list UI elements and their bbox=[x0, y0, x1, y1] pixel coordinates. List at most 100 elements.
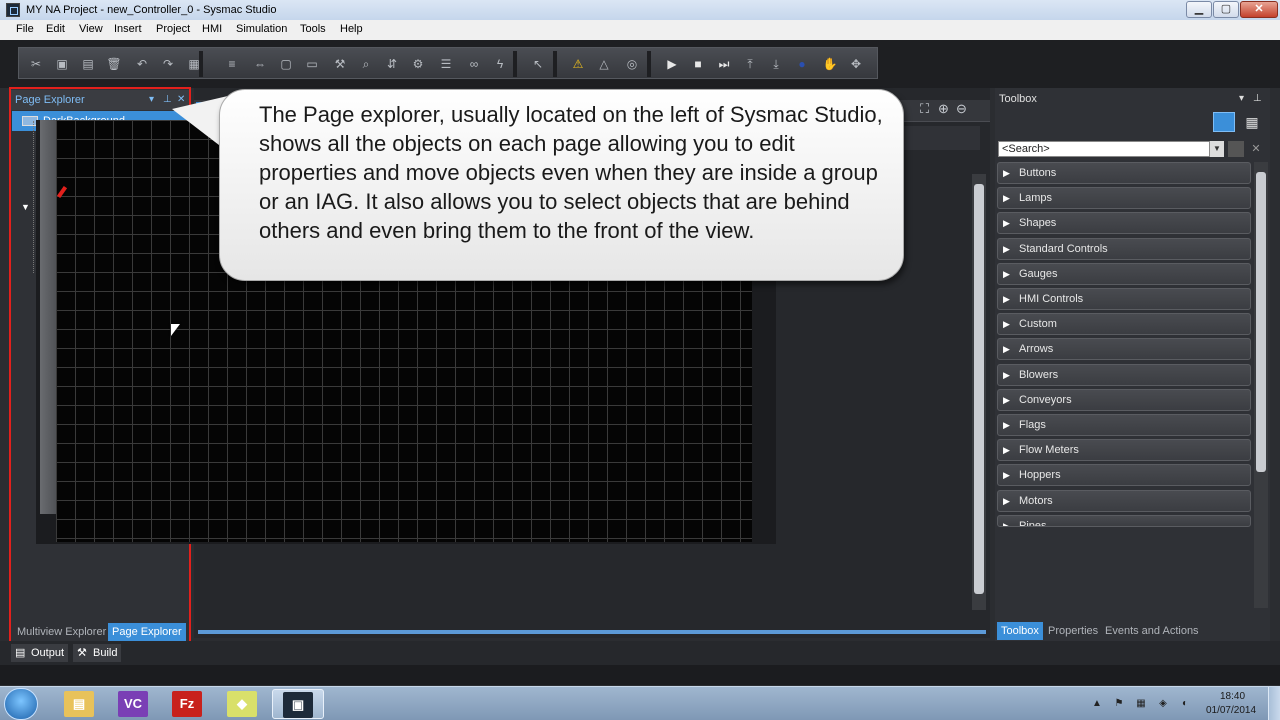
tool-icon[interactable]: ⚒ bbox=[331, 55, 349, 73]
taskbar-app-sysmac[interactable]: ▣ bbox=[272, 689, 324, 719]
breakpoint-icon[interactable]: ⤒ bbox=[741, 55, 759, 73]
menu-insert[interactable]: Insert bbox=[114, 23, 142, 35]
pan-icon[interactable]: ✥ bbox=[847, 55, 865, 73]
tab-page-explorer[interactable]: Page Explorer bbox=[108, 623, 186, 641]
panel-menu-icon[interactable]: ▾ bbox=[149, 90, 154, 110]
menu-hmi[interactable]: HMI bbox=[202, 23, 222, 35]
hand-icon[interactable]: ✋ bbox=[821, 55, 839, 73]
toolbox-scroll-thumb[interactable] bbox=[1256, 172, 1266, 472]
tab-properties[interactable]: Properties bbox=[1044, 622, 1102, 640]
menu-file[interactable]: File bbox=[16, 23, 34, 35]
toolbox-search-input[interactable] bbox=[998, 141, 1210, 157]
transfer-icon[interactable]: ⇵ bbox=[383, 55, 401, 73]
minimize-button[interactable]: ▁ bbox=[1186, 1, 1212, 18]
tab-multiview-explorer[interactable]: Multiview Explorer bbox=[13, 623, 110, 641]
copy-icon[interactable]: ▣ bbox=[53, 55, 71, 73]
warning-icon[interactable]: ⚠ bbox=[569, 55, 587, 73]
align-icon[interactable]: ≡ bbox=[223, 55, 241, 73]
toolbox-category-motors[interactable]: ▶ Motors bbox=[997, 489, 1251, 512]
toolbox-category-buttons[interactable]: ▶ Buttons bbox=[997, 162, 1251, 184]
close-button[interactable]: ✕ bbox=[1240, 1, 1278, 18]
zoom-out-icon[interactable]: ⊖ bbox=[956, 101, 967, 117]
toolbox-category-standard-controls[interactable]: ▶ Standard Controls bbox=[997, 237, 1251, 260]
taskbar-app-explorer[interactable]: ▤ bbox=[53, 689, 105, 719]
grid-view-icon[interactable]: ▦ bbox=[1241, 112, 1263, 132]
menu-tools[interactable]: Tools bbox=[300, 23, 326, 35]
breakpoint-clear-icon[interactable]: ⤓ bbox=[767, 55, 785, 73]
compile-icon[interactable]: ⚙ bbox=[409, 55, 427, 73]
search-dropdown-icon[interactable]: ▼ bbox=[1210, 141, 1224, 157]
undo-icon[interactable]: ↶ bbox=[133, 55, 151, 73]
run-icon[interactable]: ▶ bbox=[663, 55, 681, 73]
tray-volume-icon[interactable]: ◐ bbox=[1178, 698, 1192, 710]
delete-icon[interactable]: 🗑 bbox=[105, 55, 123, 73]
distribute-icon[interactable]: ⇔ bbox=[251, 55, 269, 73]
search-icon[interactable] bbox=[1228, 141, 1244, 157]
link-icon[interactable]: ∞ bbox=[465, 55, 483, 73]
cut-icon[interactable]: ✂ bbox=[27, 55, 45, 73]
editor-scroll-thumb[interactable] bbox=[974, 184, 984, 594]
toolbox-category-shapes[interactable]: ▶ Shapes bbox=[997, 212, 1251, 235]
zoom-in-icon[interactable]: ⊕ bbox=[938, 101, 949, 117]
toolbox-category-gauges[interactable]: ▶ Gauges bbox=[997, 262, 1251, 285]
taskbar-app-vc[interactable]: VC bbox=[107, 689, 159, 719]
panel-menu-icon[interactable]: ▾ bbox=[1239, 89, 1244, 109]
menu-project[interactable]: Project bbox=[156, 23, 190, 35]
clear-search-icon[interactable]: ✕ bbox=[1248, 141, 1264, 157]
clipboard-icon[interactable]: ▦ bbox=[185, 55, 203, 73]
maximize-button[interactable]: ▢ bbox=[1213, 1, 1239, 18]
expand-arrow-icon[interactable]: ▼ bbox=[21, 197, 30, 217]
pin-icon[interactable]: ⊥ bbox=[1253, 89, 1262, 109]
page-icon[interactable]: ▭ bbox=[303, 55, 321, 73]
menu-help[interactable]: Help bbox=[340, 23, 363, 35]
list-view-icon[interactable] bbox=[1213, 112, 1235, 132]
stop-icon[interactable]: ■ bbox=[689, 55, 707, 73]
taskbar-app-filezilla[interactable]: Fz bbox=[161, 689, 213, 719]
toolbox-category-lamps[interactable]: ▶ Lamps bbox=[997, 187, 1251, 210]
clear-warning-icon[interactable]: △ bbox=[595, 55, 613, 73]
toolbox-category-pipes[interactable]: ▶ Pipes bbox=[997, 514, 1251, 527]
toolbox-category-flags[interactable]: ▶ Flags bbox=[997, 414, 1251, 436]
tray-expand-icon[interactable]: ▲ bbox=[1090, 698, 1104, 710]
expand-arrow-icon: ▶ bbox=[1003, 168, 1010, 178]
taskbar-app-folder[interactable]: ◆ bbox=[216, 689, 268, 719]
group-icon[interactable]: ▢ bbox=[277, 55, 295, 73]
show-desktop-button[interactable] bbox=[1268, 687, 1280, 720]
tray-flag-icon[interactable]: ⚑ bbox=[1112, 698, 1126, 710]
tab-toolbox[interactable]: Toolbox bbox=[997, 622, 1043, 640]
toolbox-category-custom[interactable]: ▶ Custom bbox=[997, 313, 1251, 336]
clock-time[interactable]: 18:40 bbox=[1205, 691, 1260, 702]
toolbox-category-conveyors[interactable]: ▶ Conveyors bbox=[997, 388, 1251, 411]
build-button[interactable]: ⚒ Build bbox=[73, 644, 122, 662]
redo-icon[interactable]: ↷ bbox=[159, 55, 177, 73]
find-icon[interactable]: ⌕ bbox=[357, 55, 375, 73]
editor-vertical-scrollbar[interactable] bbox=[972, 174, 986, 610]
tray-network-icon[interactable]: ▦ bbox=[1134, 698, 1148, 710]
toolbox-category-blowers[interactable]: ▶ Blowers bbox=[997, 363, 1251, 386]
menu-view[interactable]: View bbox=[79, 23, 103, 35]
toolbox-category-hmi-controls[interactable]: ▶ HMI Controls bbox=[997, 288, 1251, 310]
toolbox-category-flow-meters[interactable]: ▶ Flow Meters bbox=[997, 439, 1251, 462]
cursor-icon[interactable]: ↖ bbox=[529, 55, 547, 73]
canvas-bezel bbox=[40, 120, 56, 514]
start-button[interactable] bbox=[4, 688, 38, 720]
paste-icon[interactable]: ▤ bbox=[79, 55, 97, 73]
toolbox-category-arrows[interactable]: ▶ Arrows bbox=[997, 338, 1251, 361]
pin-icon[interactable]: ⊥ bbox=[163, 90, 172, 110]
category-label: Lamps bbox=[1019, 192, 1053, 205]
toolbox-category-hoppers[interactable]: ▶ Hoppers bbox=[997, 464, 1251, 487]
build-label: Build bbox=[93, 647, 118, 659]
zoom-fit-icon[interactable]: ⛶ bbox=[920, 101, 929, 117]
menu-simulation[interactable]: Simulation bbox=[236, 23, 287, 35]
clock-date[interactable]: 01/07/2014 bbox=[1200, 705, 1262, 716]
wizard-icon[interactable]: ϟ bbox=[491, 55, 509, 73]
toolbox-scrollbar[interactable] bbox=[1254, 162, 1268, 608]
menu-edit[interactable]: Edit bbox=[46, 23, 65, 35]
list-icon[interactable]: ☰ bbox=[437, 55, 455, 73]
output-button[interactable]: ▤ Output bbox=[11, 644, 69, 662]
record-icon[interactable]: ● bbox=[793, 55, 811, 73]
tab-events-and-actions[interactable]: Events and Actions bbox=[1101, 622, 1203, 640]
tray-security-icon[interactable]: ◈ bbox=[1156, 698, 1170, 710]
refresh-icon[interactable]: ◎ bbox=[623, 55, 641, 73]
step-icon[interactable]: ⏭ bbox=[715, 55, 733, 73]
